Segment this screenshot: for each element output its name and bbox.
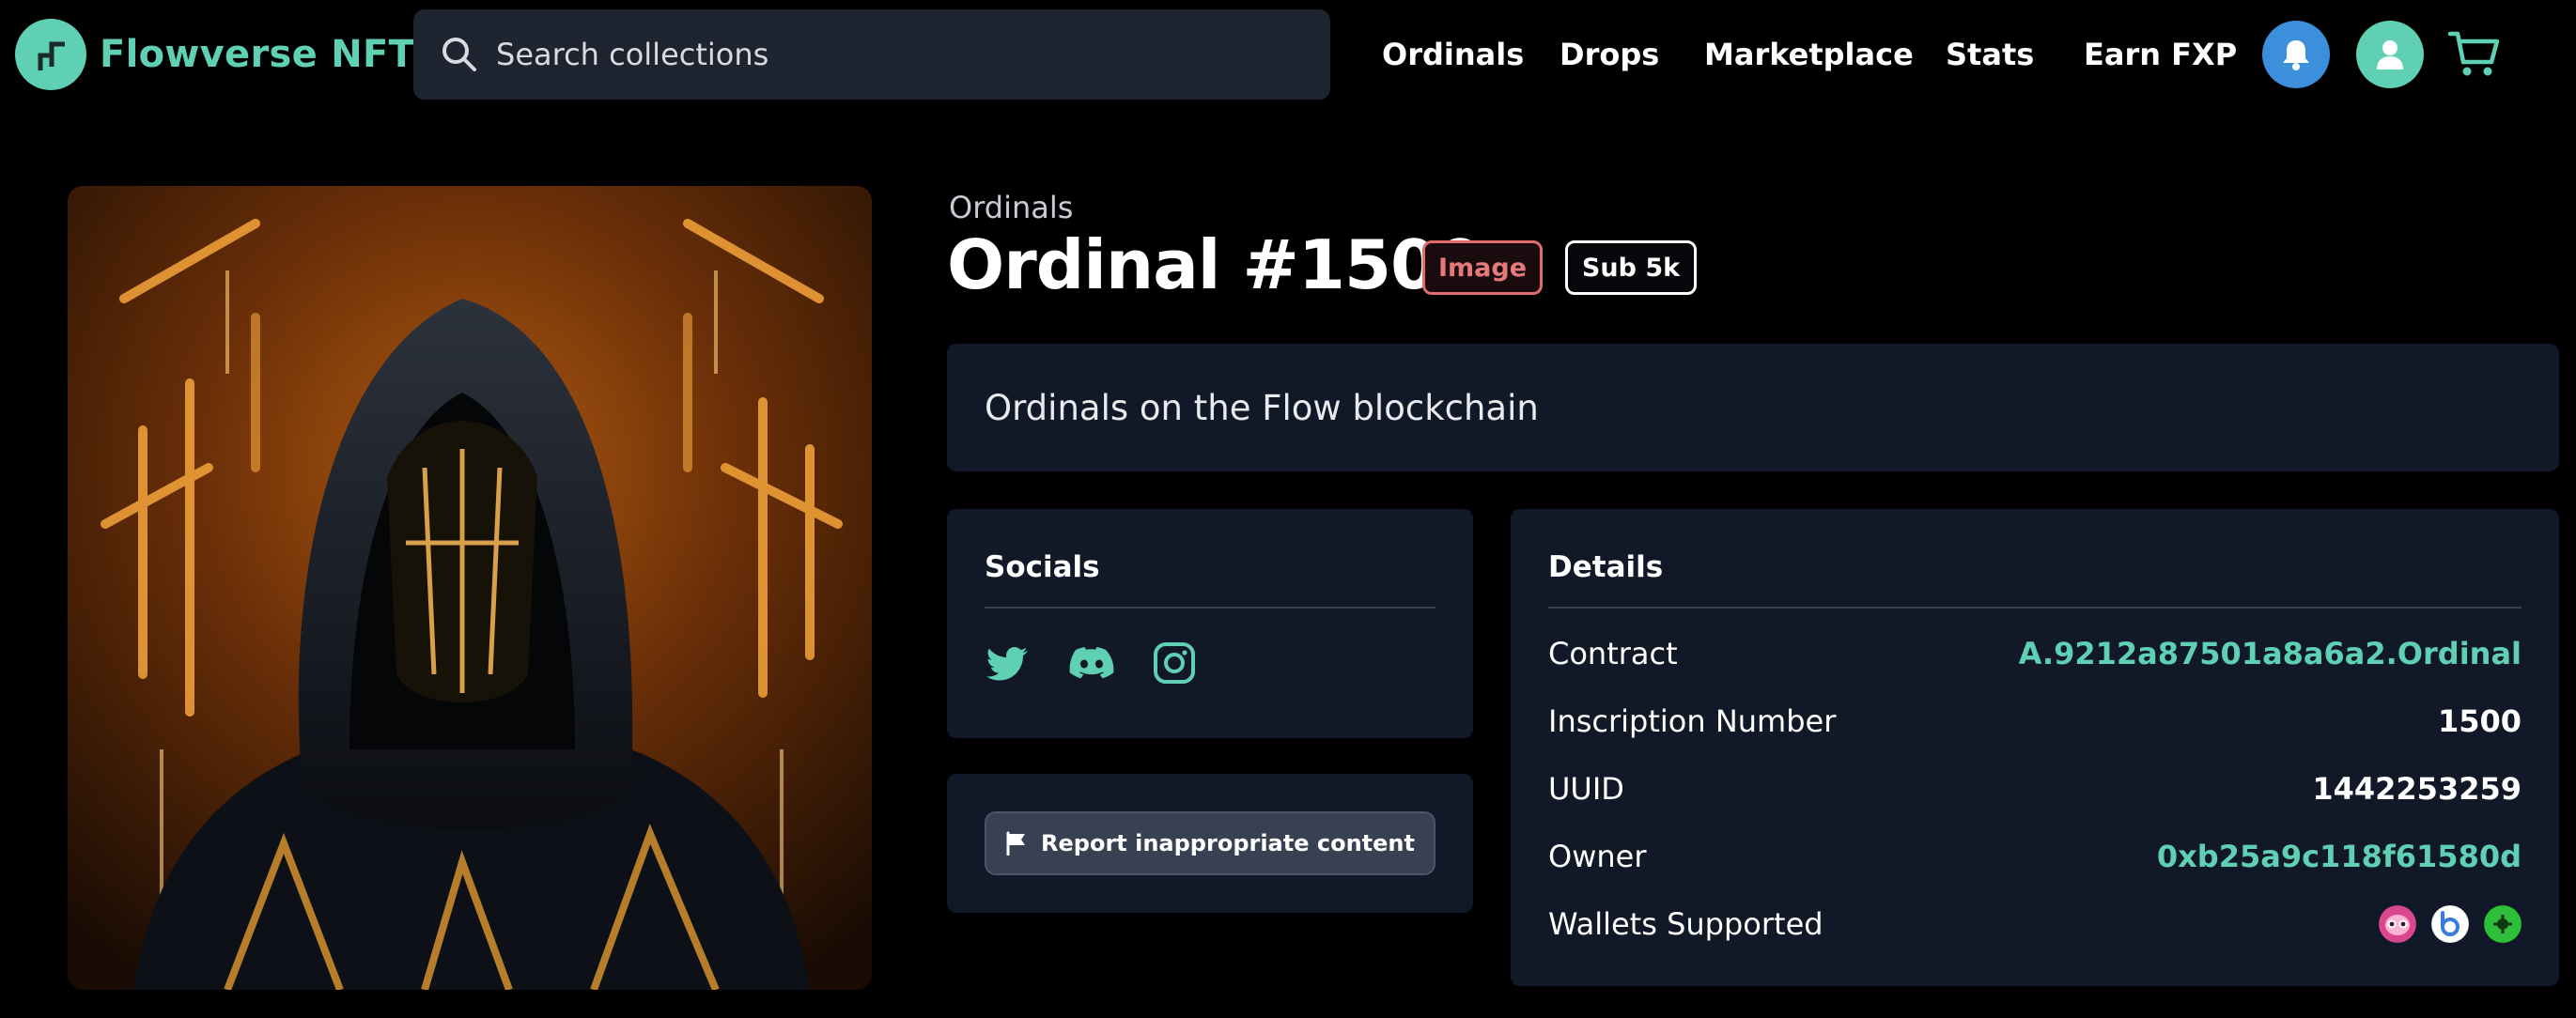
collection-breadcrumb[interactable]: Ordinals [949,190,1073,225]
detail-row-contract: Contract A.9212a87501a8a6a2.Ordinal [1548,632,2522,675]
nav-marketplace[interactable]: Marketplace [1704,19,1914,90]
logo[interactable]: Flowverse NFT [15,19,414,90]
detail-row-uuid: UUID 1442253259 [1548,767,2522,810]
detail-label: Contract [1548,636,1678,671]
socials-title: Socials [985,550,1100,584]
page-title: Ordinal #1500 [947,225,1483,304]
notifications-button[interactable] [2262,21,2330,88]
logo-text: Flowverse NFT [100,33,415,76]
cart-icon [2447,31,2500,76]
badge-image: Image [1422,240,1543,295]
divider [985,607,1435,609]
description-panel: Ordinals on the Flow blockchain [947,344,2559,471]
nav-drops[interactable]: Drops [1560,19,1659,90]
detail-value: 1442253259 [2312,771,2522,807]
instagram-icon[interactable] [1152,640,1197,686]
profile-button[interactable] [2356,21,2424,88]
detail-label: Inscription Number [1548,703,1837,739]
details-panel: Details Contract A.9212a87501a8a6a2.Ordi… [1511,509,2559,986]
nav-ordinals[interactable]: Ordinals [1382,19,1524,90]
search-input[interactable] [494,36,1296,73]
flag-icon [1006,831,1026,856]
detail-value: 1500 [2437,703,2522,739]
socials-panel: Socials [947,509,1473,738]
report-panel: Report inappropriate content [947,774,1473,913]
detail-row-owner: Owner 0xb25a9c118f61580d [1548,835,2522,878]
details-title: Details [1548,550,1664,584]
detail-label: UUID [1548,771,1624,807]
badge-sub-5k: Sub 5k [1565,240,1697,295]
detail-label: Owner [1548,839,1647,874]
blue-wallet-icon [2431,905,2469,943]
nav-stats[interactable]: Stats [1946,19,2034,90]
report-label: Report inappropriate content [1041,830,1415,856]
detail-row-wallets: Wallets Supported [1548,902,2522,946]
detail-label: Wallets Supported [1548,906,1823,942]
detail-row-inscription: Inscription Number 1500 [1548,700,2522,743]
nft-image [68,186,872,990]
report-button[interactable]: Report inappropriate content [985,811,1435,875]
divider [1548,607,2522,609]
search-icon [442,38,476,71]
cart-button[interactable] [2446,26,2503,83]
flowverse-logo-icon [15,19,86,90]
user-icon [2377,40,2403,69]
pink-wallet-icon [2379,905,2416,943]
green-wallet-icon [2484,905,2522,943]
discord-icon[interactable] [1069,640,1114,686]
owner-link[interactable]: 0xb25a9c118f61580d [2157,839,2522,874]
contract-link[interactable]: A.9212a87501a8a6a2.Ordinal [2019,636,2522,671]
nav-earn-fxp[interactable]: Earn FXP [2084,19,2237,90]
wallets-list [2379,905,2522,943]
search-bar[interactable] [413,9,1330,100]
description-text: Ordinals on the Flow blockchain [985,387,1539,428]
bell-icon [2283,40,2309,70]
twitter-icon[interactable] [986,640,1032,686]
